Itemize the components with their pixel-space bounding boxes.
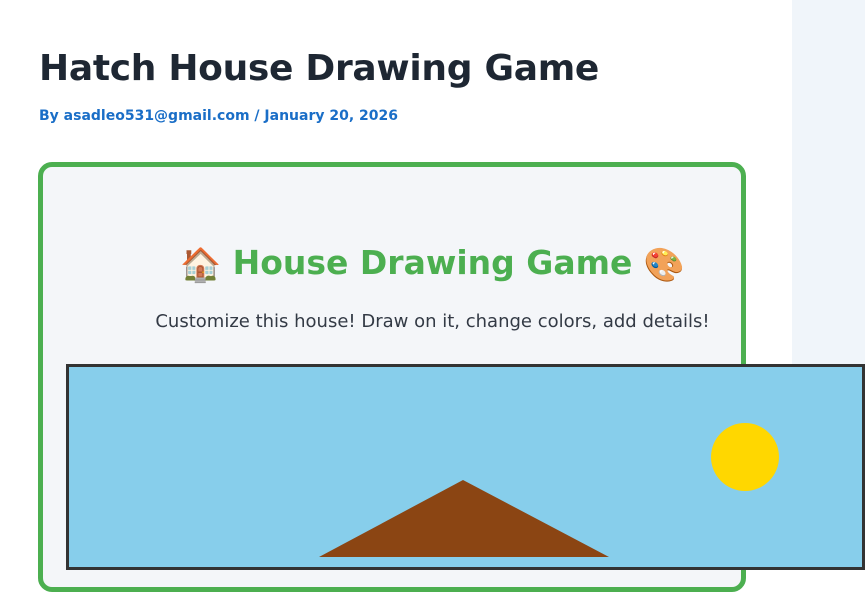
page-title: Hatch House Drawing Game [39, 48, 600, 89]
drawing-canvas-svg[interactable] [69, 367, 862, 567]
game-heading-text: House Drawing Game [232, 243, 633, 282]
drawing-canvas[interactable] [66, 364, 865, 570]
meta-separator: / [254, 108, 260, 124]
date-link[interactable]: January 20, 2026 [264, 108, 398, 124]
house-icon: 🏠 [180, 244, 222, 284]
author-link[interactable]: asadleo531@gmail.com [64, 108, 250, 124]
post-meta: By asadleo531@gmail.com / January 20, 20… [39, 106, 398, 126]
meta-by-label: By [39, 108, 59, 124]
game-subtitle: Customize this house! Draw on it, change… [155, 311, 710, 332]
sun [711, 423, 779, 491]
game-heading: 🏠 House Drawing Game 🎨 [0, 240, 865, 288]
palette-icon: 🎨 [643, 244, 685, 284]
